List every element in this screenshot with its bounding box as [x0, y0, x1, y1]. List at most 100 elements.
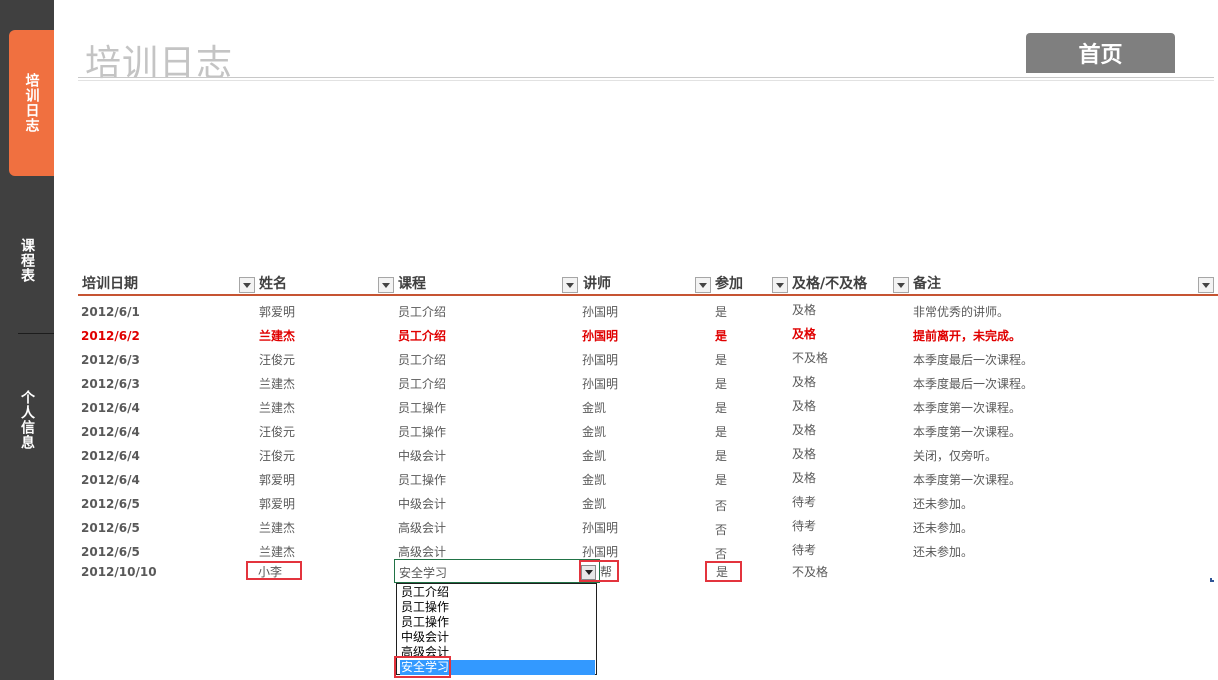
- course-cell[interactable]: 中级会计: [398, 448, 446, 464]
- date-cell[interactable]: 2012/6/4: [81, 472, 140, 488]
- entry-date-cell[interactable]: 2012/10/10: [81, 564, 157, 580]
- column-header-course: 课程: [398, 276, 426, 292]
- name-cell[interactable]: 兰建杰: [259, 400, 295, 416]
- name-cell[interactable]: 兰建杰: [259, 376, 295, 392]
- instructor-cell[interactable]: 金凯: [582, 496, 606, 512]
- filter-dropdown-icon[interactable]: [893, 277, 909, 293]
- sidebar-tab-personal-info[interactable]: 个人信息: [0, 345, 54, 495]
- filter-dropdown-icon[interactable]: [562, 277, 578, 293]
- date-cell[interactable]: 2012/6/5: [81, 544, 140, 560]
- instructor-cell[interactable]: 金凯: [582, 424, 606, 440]
- name-cell[interactable]: 郭爱明: [259, 496, 295, 512]
- column-header-instructor: 讲师: [583, 276, 611, 292]
- pass-cell[interactable]: 及格: [792, 326, 816, 342]
- course-cell[interactable]: 中级会计: [398, 496, 446, 512]
- home-button[interactable]: 首页: [1026, 33, 1175, 73]
- pass-cell[interactable]: 待考: [792, 494, 816, 510]
- pass-cell[interactable]: 待考: [792, 542, 816, 558]
- name-cell[interactable]: 郭爱明: [259, 472, 295, 488]
- attend-cell[interactable]: 否: [715, 522, 727, 538]
- date-cell[interactable]: 2012/6/3: [81, 352, 140, 368]
- course-cell[interactable]: 员工操作: [398, 400, 446, 416]
- notes-cell[interactable]: 还未参加。: [913, 496, 973, 512]
- filter-dropdown-icon[interactable]: [772, 277, 788, 293]
- course-cell[interactable]: 员工介绍: [398, 352, 446, 368]
- pass-cell[interactable]: 及格: [792, 446, 816, 462]
- pass-cell[interactable]: 及格: [792, 302, 816, 318]
- date-cell[interactable]: 2012/6/5: [81, 496, 140, 512]
- course-cell[interactable]: 员工操作: [398, 424, 446, 440]
- notes-cell[interactable]: 提前离开，未完成。: [913, 328, 1021, 344]
- fill-handle-icon[interactable]: [1210, 578, 1214, 582]
- name-cell[interactable]: 兰建杰: [259, 520, 295, 536]
- notes-cell[interactable]: 非常优秀的讲师。: [913, 304, 1009, 320]
- date-cell[interactable]: 2012/6/1: [81, 304, 140, 320]
- course-cell[interactable]: 高级会计: [398, 544, 446, 560]
- attend-cell[interactable]: 否: [715, 498, 727, 514]
- notes-cell[interactable]: 本季度第一次课程。: [913, 472, 1021, 488]
- notes-cell[interactable]: 还未参加。: [913, 544, 973, 560]
- column-header-pass: 及格/不及格: [792, 276, 868, 292]
- filter-dropdown-icon[interactable]: [695, 277, 711, 293]
- instructor-cell[interactable]: 孙国明: [582, 328, 618, 344]
- notes-cell[interactable]: 本季度第一次课程。: [913, 400, 1021, 416]
- notes-cell[interactable]: 还未参加。: [913, 520, 973, 536]
- filter-dropdown-icon[interactable]: [1198, 277, 1214, 293]
- notes-cell[interactable]: 本季度第一次课程。: [913, 424, 1021, 440]
- instructor-cell[interactable]: 孙国明: [582, 352, 618, 368]
- dropdown-option[interactable]: 中级会计: [400, 630, 595, 645]
- attend-cell[interactable]: 是: [715, 448, 727, 464]
- pass-cell[interactable]: 及格: [792, 374, 816, 390]
- instructor-cell[interactable]: 孙国明: [582, 376, 618, 392]
- dropdown-option[interactable]: 员工操作: [400, 615, 595, 630]
- course-combobox[interactable]: 安全学习: [394, 559, 600, 583]
- dropdown-option[interactable]: 员工介绍: [400, 585, 595, 600]
- course-cell[interactable]: 高级会计: [398, 520, 446, 536]
- date-cell[interactable]: 2012/6/5: [81, 520, 140, 536]
- course-cell[interactable]: 员工介绍: [398, 376, 446, 392]
- attend-cell[interactable]: 是: [715, 304, 727, 320]
- date-cell[interactable]: 2012/6/4: [81, 448, 140, 464]
- column-header-date: 培训日期: [82, 276, 138, 292]
- pass-cell[interactable]: 待考: [792, 518, 816, 534]
- attend-cell[interactable]: 是: [715, 376, 727, 392]
- notes-cell[interactable]: 本季度最后一次课程。: [913, 352, 1033, 368]
- dropdown-option[interactable]: 员工操作: [400, 600, 595, 615]
- instructor-cell[interactable]: 金凯: [582, 448, 606, 464]
- notes-cell[interactable]: 本季度最后一次课程。: [913, 376, 1033, 392]
- name-cell[interactable]: 汪俊元: [259, 448, 295, 464]
- filter-dropdown-icon[interactable]: [239, 277, 255, 293]
- pass-cell[interactable]: 及格: [792, 398, 816, 414]
- attend-cell[interactable]: 是: [715, 400, 727, 416]
- name-cell[interactable]: 汪俊元: [259, 352, 295, 368]
- name-cell[interactable]: 兰建杰: [259, 328, 295, 344]
- entry-pass-cell[interactable]: 不及格: [792, 564, 828, 580]
- sidebar-tab-training-log[interactable]: 培训日志: [9, 30, 54, 176]
- instructor-cell[interactable]: 金凯: [582, 400, 606, 416]
- course-cell[interactable]: 员工介绍: [398, 328, 446, 344]
- instructor-cell[interactable]: 孙国明: [582, 544, 618, 560]
- attend-cell[interactable]: 否: [715, 546, 727, 562]
- sidebar-tab-schedule[interactable]: 课程表: [0, 200, 54, 320]
- instructor-cell[interactable]: 金凯: [582, 472, 606, 488]
- name-cell[interactable]: 汪俊元: [259, 424, 295, 440]
- date-cell[interactable]: 2012/6/3: [81, 376, 140, 392]
- attend-cell[interactable]: 是: [715, 424, 727, 440]
- course-cell[interactable]: 员工操作: [398, 472, 446, 488]
- date-cell[interactable]: 2012/6/2: [81, 328, 140, 344]
- pass-cell[interactable]: 及格: [792, 422, 816, 438]
- notes-cell[interactable]: 关闭，仅旁听。: [913, 448, 997, 464]
- attend-cell[interactable]: 是: [715, 352, 727, 368]
- pass-cell[interactable]: 不及格: [792, 350, 828, 366]
- instructor-cell[interactable]: 孙国明: [582, 520, 618, 536]
- course-cell[interactable]: 员工介绍: [398, 304, 446, 320]
- attend-cell[interactable]: 是: [715, 472, 727, 488]
- name-cell[interactable]: 兰建杰: [259, 544, 295, 560]
- instructor-cell[interactable]: 孙国明: [582, 304, 618, 320]
- date-cell[interactable]: 2012/6/4: [81, 424, 140, 440]
- pass-cell[interactable]: 及格: [792, 470, 816, 486]
- date-cell[interactable]: 2012/6/4: [81, 400, 140, 416]
- name-cell[interactable]: 郭爱明: [259, 304, 295, 320]
- filter-dropdown-icon[interactable]: [378, 277, 394, 293]
- attend-cell[interactable]: 是: [715, 328, 727, 344]
